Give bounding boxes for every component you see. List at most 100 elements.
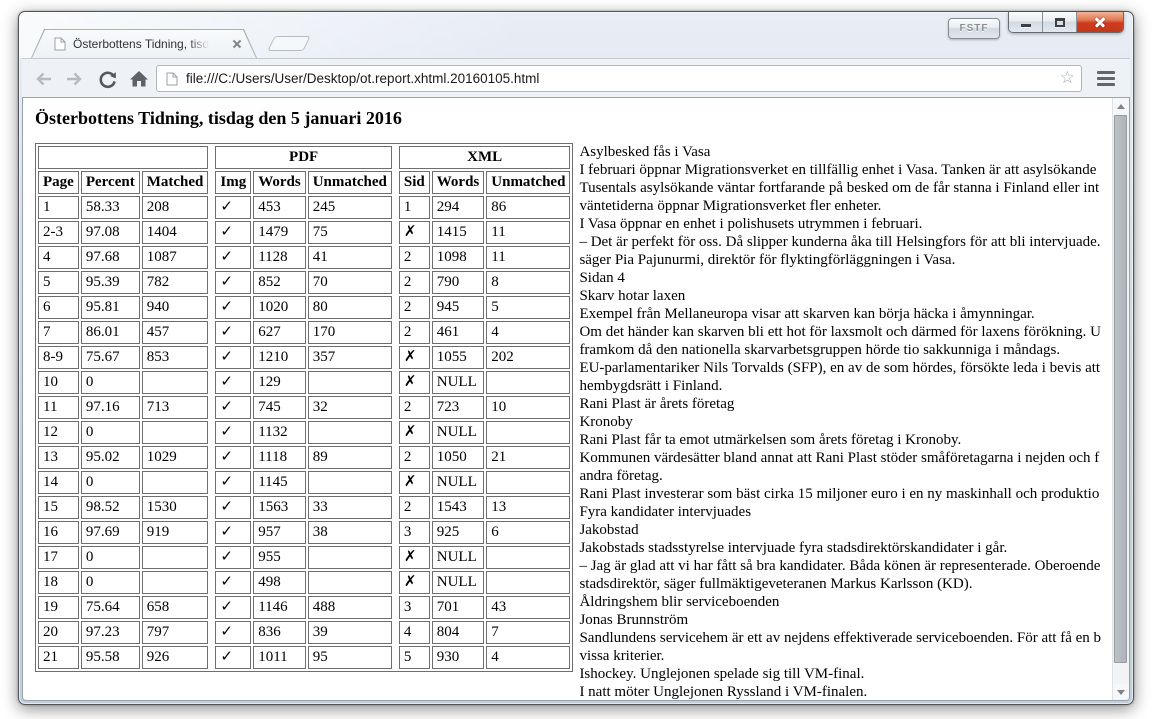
report-text-line: Tusentals asylsökande väntar fortfarande… <box>579 179 1107 197</box>
table-cell: 1 <box>399 196 430 219</box>
table-cell: 1404 <box>142 221 209 244</box>
vertical-scrollbar[interactable] <box>1112 98 1129 700</box>
table-cell: 852 <box>253 271 306 294</box>
report-text-line: framkom då den nationella skarvarbetsgru… <box>579 341 1107 359</box>
table-cell: 2-3 <box>38 221 79 244</box>
group-spacer <box>394 496 397 519</box>
group-spacer <box>210 271 213 294</box>
table-cell: 5 <box>38 271 79 294</box>
table-cell: ✓ <box>215 496 251 519</box>
table-cell: 18 <box>38 571 79 594</box>
table-cell <box>486 571 570 594</box>
table-cell: 70 <box>308 271 392 294</box>
forward-arrow-icon <box>63 69 85 89</box>
report-text-line: Sidan 4 <box>579 269 1107 287</box>
table-group-header-row: PDFXML <box>38 146 570 169</box>
table-cell: 11 <box>38 396 79 419</box>
table-cell: 97.16 <box>81 396 140 419</box>
table-cell: 17 <box>38 546 79 569</box>
table-cell <box>308 546 392 569</box>
table-cell: ✗ <box>399 371 430 394</box>
group-spacer <box>210 546 213 569</box>
group-spacer <box>394 646 397 669</box>
table-cell: 0 <box>81 371 140 394</box>
table-cell: 6 <box>486 521 570 544</box>
table-cell: 723 <box>432 396 485 419</box>
group-spacer <box>210 421 213 444</box>
report-text-line: Asylbesked fås i Vasa <box>579 143 1107 161</box>
report-text: Asylbesked fås i VasaI februari öppnar M… <box>579 143 1107 700</box>
tab-close-icon[interactable] <box>232 39 242 49</box>
table-cell: ✗ <box>399 421 430 444</box>
table-row: 170✓955✗NULL <box>38 546 570 569</box>
table-cell: 701 <box>432 596 485 619</box>
table-cell: 2 <box>399 446 430 469</box>
group-spacer <box>394 221 397 244</box>
table-cell: ✗ <box>399 571 430 594</box>
table-cell: 16 <box>38 521 79 544</box>
table-row: 1197.16713✓74532272310 <box>38 396 570 419</box>
table-cell: 89 <box>308 446 392 469</box>
table-cell: 1543 <box>432 496 485 519</box>
column-header-unmatched: Unmatched <box>486 171 570 194</box>
browser-tab[interactable]: Österbottens Tidning, tisd <box>31 29 257 58</box>
back-button[interactable] <box>30 65 58 92</box>
table-cell: 1118 <box>253 446 306 469</box>
table-cell: 745 <box>253 396 306 419</box>
table-cell: 11 <box>486 246 570 269</box>
table-cell: 1146 <box>253 596 306 619</box>
group-spacer <box>394 246 397 269</box>
table-cell: ✓ <box>215 321 251 344</box>
group-spacer <box>210 171 213 194</box>
table-row: 786.01457✓62717024614 <box>38 321 570 344</box>
table-cell: ✓ <box>215 421 251 444</box>
group-spacer <box>394 546 397 569</box>
column-header-unmatched: Unmatched <box>308 171 392 194</box>
reload-button[interactable] <box>94 65 122 92</box>
table-row: 1598.521530✓1563332154313 <box>38 496 570 519</box>
group-spacer <box>394 296 397 319</box>
column-header-percent: Percent <box>81 171 140 194</box>
report-text-line: – Det är perfekt för oss. Då slipper kun… <box>579 233 1107 251</box>
group-spacer <box>210 321 213 344</box>
table-cell: 75.67 <box>81 346 140 369</box>
report-text-line: Exempel från Mellaneuropa visar att skar… <box>579 305 1107 323</box>
report-text-line: säger Pia Pajunurmi, direktör för flykti… <box>579 251 1107 269</box>
group-spacer <box>394 621 397 644</box>
table-cell: 1128 <box>253 246 306 269</box>
report-text-line: vissa kriterier. <box>579 647 1107 665</box>
group-spacer <box>210 471 213 494</box>
scroll-down-button[interactable] <box>1113 684 1129 700</box>
table-row: 695.81940✓10208029455 <box>38 296 570 319</box>
new-tab-button[interactable] <box>267 36 310 51</box>
forward-button[interactable] <box>60 65 88 92</box>
menu-button[interactable] <box>1093 68 1119 90</box>
table-cell: 2 <box>399 296 430 319</box>
table-cell: 294 <box>432 196 485 219</box>
table-cell: 957 <box>253 521 306 544</box>
bookmark-star-icon[interactable]: ☆ <box>1060 68 1075 88</box>
home-button[interactable] <box>125 65 153 92</box>
table-cell: 97.23 <box>81 621 140 644</box>
scroll-down-arrow-icon <box>1117 690 1125 695</box>
address-bar[interactable]: file:///C:/Users/User/Desktop/ot.report.… <box>156 65 1082 92</box>
table-cell: 2 <box>399 246 430 269</box>
table-cell: ✓ <box>215 646 251 669</box>
table-cell <box>486 471 570 494</box>
group-spacer <box>394 171 397 194</box>
group-spacer <box>394 371 397 394</box>
table-cell: 1210 <box>253 346 306 369</box>
table-cell: ✗ <box>399 221 430 244</box>
report-text-line: Ishockey. Unglejonen spelade sig till VM… <box>579 665 1107 683</box>
group-header-pdf: PDF <box>215 146 392 169</box>
table-row: 180✓498✗NULL <box>38 571 570 594</box>
group-spacer <box>210 621 213 644</box>
report-text-line: Rani Plast är årets företag <box>579 395 1107 413</box>
table-cell: NULL <box>432 471 485 494</box>
report-table: PDFXMLPagePercentMatchedImgWordsUnmatche… <box>35 143 573 672</box>
table-cell: 2 <box>399 271 430 294</box>
scrollbar-thumb[interactable] <box>1114 115 1127 663</box>
table-cell: 86.01 <box>81 321 140 344</box>
scroll-up-button[interactable] <box>1113 98 1129 114</box>
group-header-empty <box>38 146 208 169</box>
